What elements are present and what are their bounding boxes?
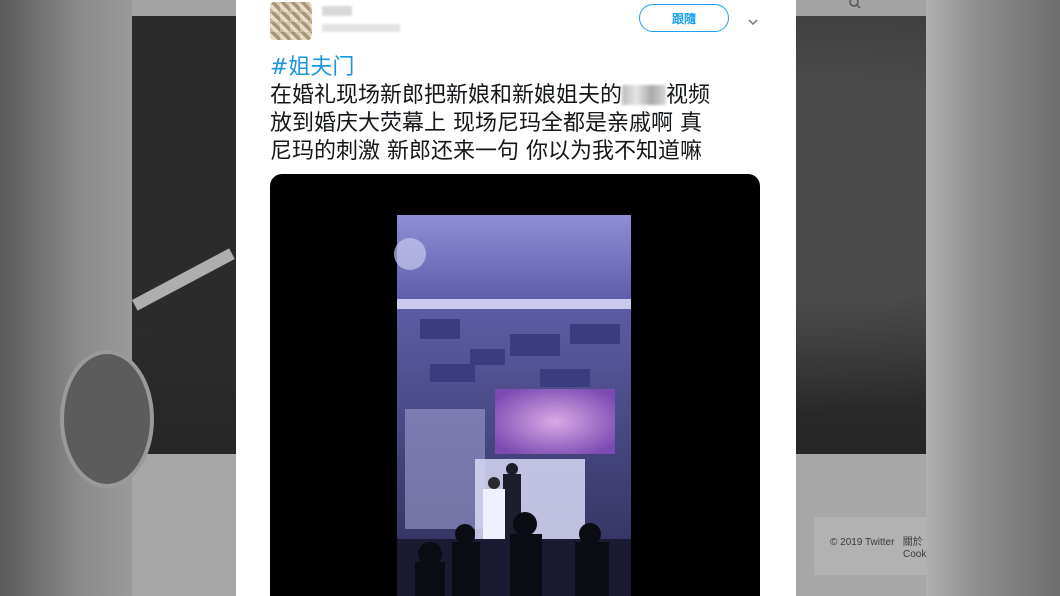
tweet-line-3: 尼玛的刺激 新郎还来一句 你以为我不知道嘛 <box>270 139 702 164</box>
author-avatar[interactable] <box>270 2 312 40</box>
left-backdrop <box>0 0 132 596</box>
follow-button[interactable]: 跟隨 <box>639 4 729 32</box>
tweet-video-player[interactable] <box>270 174 760 596</box>
hashtag-link[interactable]: #姐夫门 <box>270 54 770 82</box>
video-frame <box>394 215 631 596</box>
tweet-line-1: 在婚礼现场新郎把新娘和新娘姐夫的 视频 <box>270 82 770 110</box>
author-handle-redacted[interactable] <box>322 24 400 32</box>
tweet-modal: 跟隨 #姐夫门 在婚礼现场新郎把新娘和新娘姐夫的 视频 放到婚庆大荧幕上 现场尼玛… <box>236 0 796 596</box>
footer-copyright: © 2019 Twitter <box>830 537 895 548</box>
tweet-line-1-start: 在婚礼现场新郎把新娘和新娘姐夫的 <box>270 83 623 108</box>
tweet-text: #姐夫门 在婚礼现场新郎把新娘和新娘姐夫的 视频 放到婚庆大荧幕上 现场尼玛全都是… <box>270 54 770 166</box>
footer-about-link[interactable]: 關於 <box>903 537 923 548</box>
tweet-line-2: 放到婚庆大荧幕上 现场尼玛全都是亲戚啊 真 <box>270 111 702 136</box>
author-name-redacted[interactable] <box>322 6 352 16</box>
tweet-line-1-end: 视频 <box>666 83 711 108</box>
search-icon[interactable] <box>848 0 862 13</box>
footer-copyright-row: © 2019 Twitter 關於 <box>830 533 923 548</box>
chevron-down-icon[interactable] <box>748 12 758 26</box>
right-backdrop <box>926 0 1060 596</box>
footer-cookies-link[interactable]: Cook <box>903 549 926 560</box>
profile-avatar <box>60 350 154 488</box>
redacted-word <box>622 85 667 105</box>
